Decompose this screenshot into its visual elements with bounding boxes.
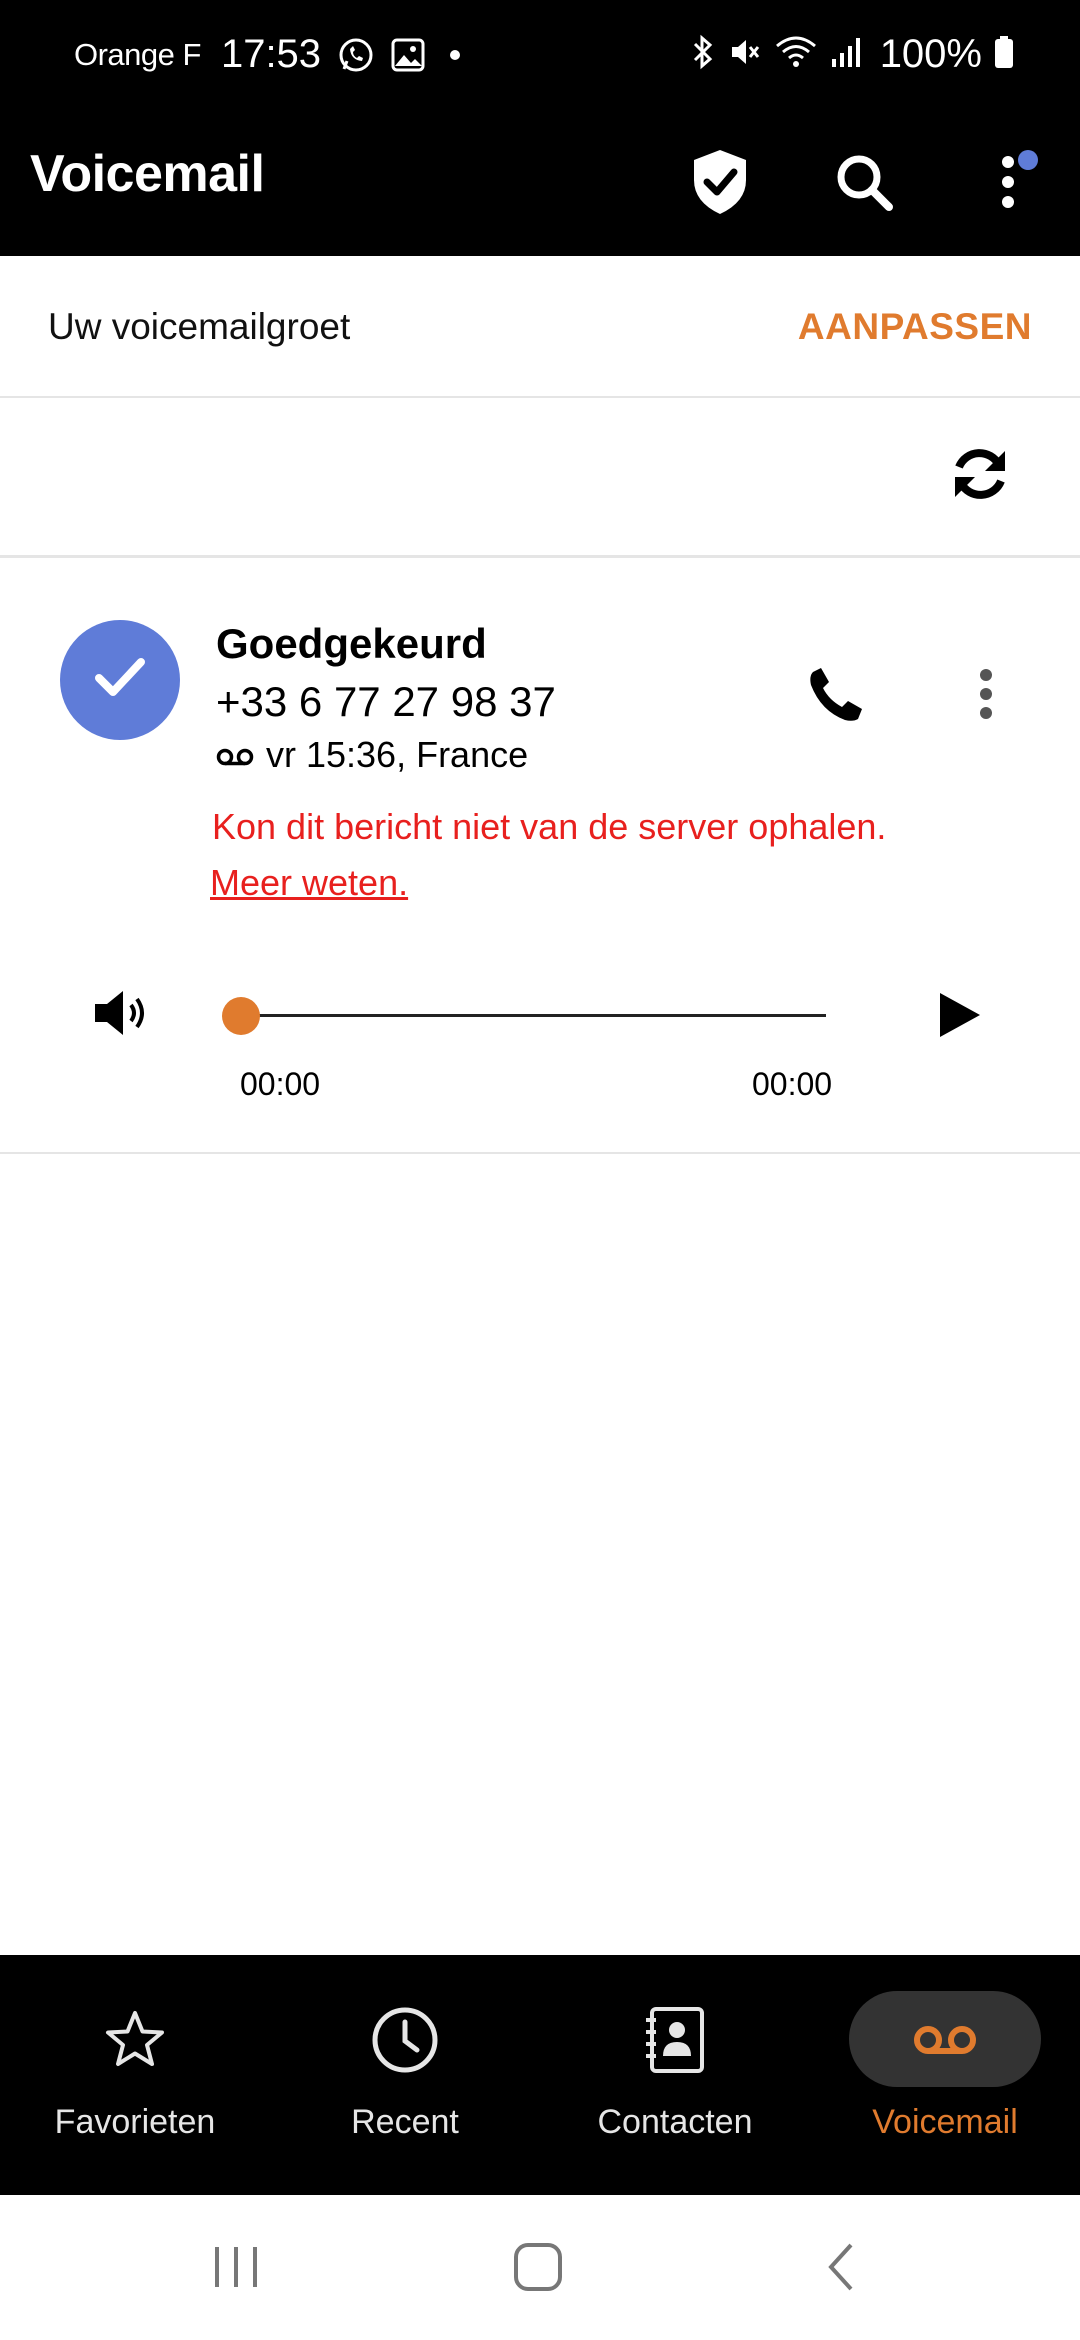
shield-button[interactable]: [672, 136, 768, 232]
greeting-row: Uw voicemailgroet AANPASSEN: [0, 256, 1080, 398]
clock-icon: [370, 2005, 440, 2075]
more-vert-icon: [978, 668, 994, 725]
nav-contacts[interactable]: Contacten: [540, 1955, 810, 2195]
app-bar: Voicemail: [0, 112, 1080, 256]
nav-recent[interactable]: Recent: [270, 1955, 540, 2195]
refresh-row: [0, 400, 1080, 558]
system-navigation: [0, 2195, 1080, 2340]
refresh-button[interactable]: [940, 436, 1020, 516]
recent-apps-button[interactable]: [196, 2237, 276, 2301]
notification-dot-icon: [449, 49, 461, 61]
battery-percent: 100%: [879, 32, 982, 76]
mute-icon: [728, 35, 762, 74]
back-icon: [823, 2241, 857, 2298]
gallery-icon: [391, 38, 425, 72]
call-back-button[interactable]: [800, 660, 872, 732]
carrier-label: Orange F: [74, 36, 201, 72]
speaker-icon: [91, 985, 151, 1046]
error-message: Kon dit bericht niet van de server ophal…: [212, 806, 887, 847]
nav-label: Favorieten: [54, 2103, 216, 2141]
customize-greeting-button[interactable]: AANPASSEN: [798, 306, 1032, 348]
search-button[interactable]: [816, 136, 912, 232]
page-title: Voicemail: [30, 145, 265, 203]
play-button[interactable]: [926, 984, 992, 1050]
avatar[interactable]: [60, 620, 180, 740]
star-icon: [100, 2005, 170, 2075]
voicemail-icon: [910, 2005, 980, 2075]
total-time: 00:00: [752, 1066, 833, 1102]
recent-apps-icon: [211, 2243, 261, 2296]
elapsed-time: 00:00: [240, 1066, 321, 1102]
voicemail-date: vr 15:36, France: [266, 734, 529, 775]
voicemail-item[interactable]: Goedgekeurd +33 6 77 27 98 37 vr 15:36, …: [0, 560, 1080, 1154]
back-button[interactable]: [800, 2237, 880, 2301]
greeting-label: Uw voicemailgroet: [48, 306, 351, 347]
nav-favorites[interactable]: Favorieten: [0, 1955, 270, 2195]
volume-button[interactable]: [88, 982, 154, 1048]
seek-handle[interactable]: [222, 997, 260, 1035]
refresh-icon: [949, 443, 1011, 510]
status-bar: Orange F 17:53 100%: [0, 0, 1080, 112]
phone-number: +33 6 77 27 98 37: [216, 678, 556, 725]
seek-bar[interactable]: [240, 1014, 826, 1017]
nav-voicemail[interactable]: Voicemail: [810, 1955, 1080, 2195]
play-icon: [936, 991, 982, 1044]
search-icon: [834, 152, 894, 217]
home-button[interactable]: [498, 2237, 578, 2301]
voicemail-icon: [216, 734, 254, 776]
item-more-button[interactable]: [956, 660, 1016, 732]
bottom-navigation: Favorieten Recent Contacten Voicemail: [0, 1955, 1080, 2195]
signal-icon: [830, 35, 862, 74]
learn-more-link[interactable]: Meer weten.: [210, 862, 408, 904]
contact-name: Goedgekeurd: [216, 620, 487, 667]
wifi-icon: [774, 34, 818, 75]
nav-label: Voicemail: [872, 2103, 1018, 2141]
checkmark-icon: [94, 656, 146, 705]
notification-badge: [1018, 150, 1038, 170]
nav-label: Recent: [351, 2103, 459, 2141]
voicemail-meta: vr 15:36, France: [216, 734, 528, 776]
nav-label: Contacten: [597, 2103, 753, 2141]
clock: 17:53: [220, 32, 322, 76]
more-vert-icon: [998, 154, 1018, 215]
home-icon: [512, 2241, 564, 2298]
more-options-button[interactable]: [960, 136, 1056, 232]
shield-check-icon: [690, 148, 750, 221]
contacts-icon: [640, 2005, 710, 2075]
whatsapp-icon: [337, 36, 375, 74]
battery-icon: [994, 35, 1014, 74]
phone-icon: [807, 665, 865, 728]
bluetooth-icon: [690, 34, 716, 75]
